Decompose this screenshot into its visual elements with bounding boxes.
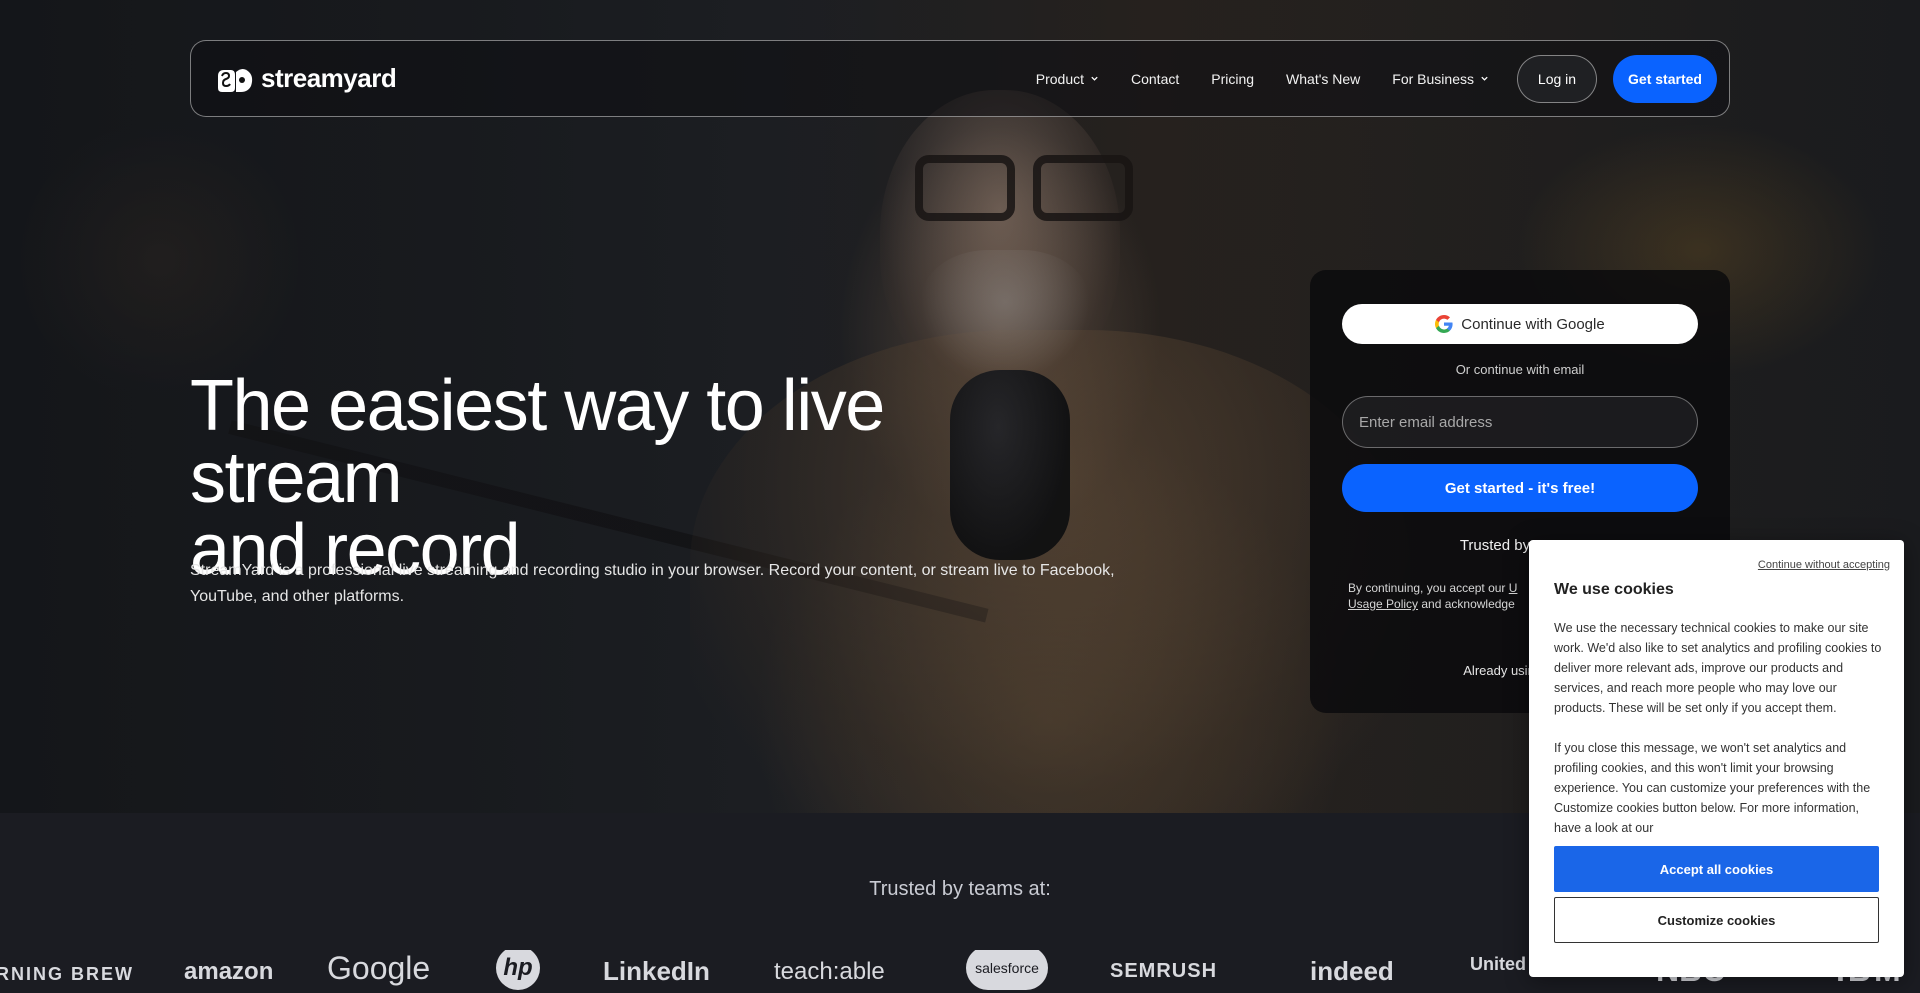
continue-with-google-button[interactable]: Continue with Google (1342, 304, 1698, 344)
google-button-label: Continue with Google (1461, 315, 1605, 333)
cookie-title: We use cookies (1554, 581, 1674, 598)
nav-item-label: Pricing (1211, 70, 1255, 87)
get-started-button[interactable]: Get started (1613, 54, 1717, 103)
nav-item-product[interactable]: Product (1020, 71, 1115, 87)
nav-item-contact[interactable]: Contact (1115, 71, 1195, 87)
logo[interactable]: streamyard (215, 63, 397, 94)
top-navbar: streamyard Product Contact Pricing What'… (190, 40, 1730, 117)
usage-policy-link[interactable]: Usage Policy (1348, 597, 1418, 611)
logo-text: streamyard (261, 63, 397, 93)
semrush-logo: SEMRUSH (1110, 960, 1218, 982)
cookie-paragraph-2: If you close this message, we won't set … (1554, 741, 1871, 835)
salesforce-logo: salesforce (966, 950, 1048, 990)
google-g-icon (1435, 315, 1453, 333)
chevron-down-icon (1091, 76, 1098, 81)
email-field[interactable] (1342, 396, 1698, 448)
continue-without-accepting-link[interactable]: Continue without accepting (1758, 559, 1890, 571)
get-started-free-button[interactable]: Get started - it's free! (1342, 464, 1698, 512)
indeed-logo: indeed (1310, 956, 1394, 986)
google-logo: Google (327, 950, 431, 986)
hero-title: The easiest way to live stream and recor… (190, 370, 1090, 586)
hero-title-line1: The easiest way to live stream (190, 366, 885, 518)
legal-prefix: By continuing, you accept our (1348, 581, 1509, 595)
nav-item-label: Product (1035, 70, 1084, 87)
terms-link[interactable]: U (1509, 581, 1518, 595)
or-continue-text: Or continue with email (1455, 362, 1585, 377)
nav-links: Product Contact Pricing What's New For B… (1020, 54, 1717, 103)
nav-item-label: For Business (1392, 70, 1474, 87)
accept-all-cookies-button[interactable]: Accept all cookies (1554, 846, 1879, 892)
linkedin-logo: LinkedIn (603, 956, 710, 986)
hp-logo: hp (496, 950, 540, 990)
nav-item-whats-new[interactable]: What's New (1270, 71, 1376, 87)
cookie-consent-panel: Continue without accepting We use cookie… (1529, 540, 1904, 977)
nav-item-label: Contact (1131, 70, 1180, 87)
teachable-logo: teach:able (774, 958, 885, 985)
nav-item-for-business[interactable]: For Business (1376, 71, 1505, 87)
customize-cookies-button[interactable]: Customize cookies (1554, 897, 1879, 943)
legal-suffix: and acknowledge (1418, 597, 1515, 611)
amazon-logo: amazon (184, 958, 274, 985)
streamyard-logo-icon (215, 64, 255, 94)
nav-item-pricing[interactable]: Pricing (1195, 71, 1270, 87)
cookie-paragraph-1: We use the necessary technical cookies t… (1554, 621, 1882, 715)
morning-brew-logo: RNING BREW (0, 964, 134, 984)
hero-subtitle: StreamYard is a professional live stream… (190, 562, 1115, 605)
login-button[interactable]: Log in (1517, 54, 1597, 103)
chevron-down-icon (1481, 76, 1488, 81)
nav-item-label: What's New (1286, 70, 1361, 87)
cookie-body: We use the necessary technical cookies t… (1554, 618, 1884, 838)
